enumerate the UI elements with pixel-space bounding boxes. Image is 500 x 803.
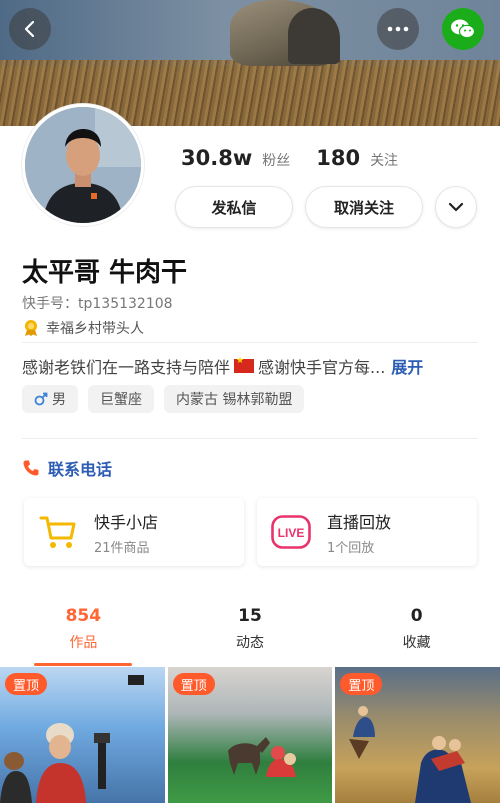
followers-count[interactable]: 30.8w	[181, 146, 252, 170]
pinned-badge: 置顶	[340, 673, 383, 695]
bio[interactable]: 感谢老铁们在一路支持与陪伴 感谢快手官方每... 展开	[22, 354, 423, 378]
divider	[22, 438, 478, 439]
medal-icon	[25, 320, 37, 336]
live-subtitle: 1个回放	[327, 540, 375, 556]
cart-icon	[36, 510, 80, 554]
following-label[interactable]: 关注	[370, 150, 398, 170]
video-thumbnail[interactable]: 置顶	[335, 667, 500, 803]
works-grid: 置顶 置顶 置顶	[0, 667, 500, 803]
tab-moments-count: 15	[238, 606, 262, 626]
shop-title: 快手小店	[94, 512, 159, 532]
live-icon: LIVE	[269, 510, 313, 554]
wechat-share-button[interactable]	[442, 8, 484, 50]
contact-phone-label: 联系电话	[48, 460, 113, 479]
tab-works-label: 作品	[69, 635, 98, 651]
wechat-icon	[451, 19, 476, 39]
tab-moments-label: 动态	[235, 635, 264, 651]
male-icon	[34, 392, 48, 406]
profile-name: 太平哥 牛肉干	[22, 258, 188, 288]
contact-phone-link[interactable]: 联系电话	[22, 456, 112, 480]
gender-tag: 男	[22, 385, 78, 413]
unfollow-button[interactable]: 取消关注	[305, 186, 423, 228]
tab-works-count: 854	[65, 606, 102, 626]
expand-bio-link[interactable]: 展开	[391, 354, 423, 378]
content-tabs: 854 作品 15 动态 0 收藏	[0, 598, 500, 666]
title-badge-row[interactable]: 幸福乡村带头人	[22, 318, 144, 338]
live-replay-card[interactable]: LIVE 直播回放 1个回放	[257, 498, 477, 566]
more-options-button[interactable]	[435, 186, 477, 228]
kuaishou-id[interactable]: 快手号：tp135132108	[22, 293, 173, 313]
tags-row: 男 巨蟹座 内蒙古 锡林郭勒盟	[22, 385, 305, 413]
tab-moments[interactable]: 15 动态	[167, 598, 334, 666]
title-badge-text: 幸福乡村带头人	[46, 321, 144, 337]
pinned-badge: 置顶	[172, 673, 215, 695]
tab-favorites-label: 收藏	[402, 635, 431, 651]
tab-works[interactable]: 854 作品	[0, 598, 167, 666]
avatar[interactable]	[22, 104, 144, 226]
zodiac-tag: 巨蟹座	[88, 385, 154, 413]
gender-text: 男	[52, 392, 66, 408]
send-message-button[interactable]: 发私信	[175, 186, 293, 228]
chevron-down-icon	[448, 202, 464, 212]
phone-icon	[23, 460, 39, 476]
kuaishou-shop-card[interactable]: 快手小店 21件商品	[24, 498, 244, 566]
following-count[interactable]: 180	[316, 146, 360, 170]
back-button[interactable]	[9, 8, 51, 50]
more-button[interactable]	[377, 8, 419, 50]
followers-label[interactable]: 粉丝	[262, 150, 290, 170]
shop-subtitle: 21件商品	[94, 540, 150, 556]
video-thumbnail[interactable]: 置顶	[167, 667, 333, 803]
avatar-photo	[25, 107, 141, 223]
ellipsis-icon	[387, 26, 409, 32]
divider	[22, 342, 478, 343]
tab-favorites-count: 0	[410, 606, 423, 626]
live-title: 直播回放	[327, 512, 392, 532]
chevron-left-icon	[24, 20, 35, 38]
bio-text: 感谢老铁们在一路支持与陪伴	[22, 358, 231, 377]
tab-favorites[interactable]: 0 收藏	[333, 598, 500, 666]
bio-text-tail: 感谢快手官方每...	[258, 358, 386, 377]
video-thumbnail[interactable]: 置顶	[0, 667, 165, 803]
pinned-badge: 置顶	[5, 673, 48, 695]
stats-row: 30.8w 粉丝 180 关注	[181, 146, 414, 170]
location-tag: 内蒙古 锡林郭勒盟	[164, 385, 305, 413]
live-icon-text: LIVE	[278, 526, 305, 540]
china-flag-icon	[234, 356, 255, 373]
